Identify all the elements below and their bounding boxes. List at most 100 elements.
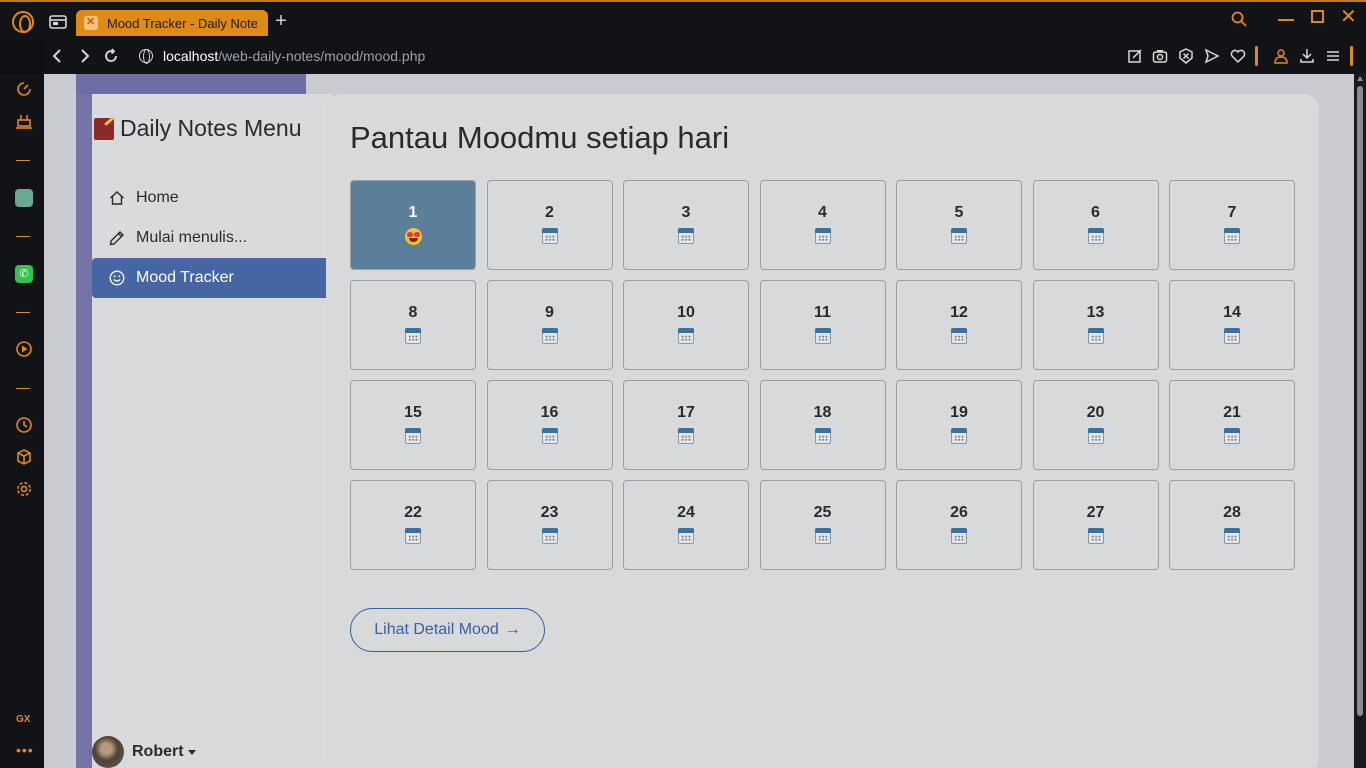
chatgpt-icon[interactable] bbox=[15, 189, 33, 207]
day-number: 17 bbox=[677, 404, 695, 421]
gx-control-icon[interactable] bbox=[14, 80, 34, 100]
back-icon[interactable] bbox=[52, 48, 62, 69]
sidebar-item-home[interactable]: Home bbox=[92, 178, 326, 218]
day-cell-11[interactable]: 11 bbox=[759, 280, 886, 370]
account-icon[interactable] bbox=[1273, 48, 1289, 64]
gx-corner-icon[interactable] bbox=[14, 112, 34, 132]
maximize-icon[interactable] bbox=[1311, 10, 1324, 23]
day-cell-22[interactable]: 22 bbox=[350, 480, 476, 570]
day-number: 4 bbox=[818, 204, 827, 221]
day-number: 14 bbox=[1223, 304, 1241, 321]
minimize-icon[interactable] bbox=[1278, 19, 1294, 21]
browser-tab-mood-tracker[interactable]: Mood Tracker - Daily Notes bbox=[76, 10, 268, 36]
day-cell-8[interactable]: 8 bbox=[350, 280, 476, 370]
day-cell-4[interactable]: 4 bbox=[759, 180, 886, 270]
mood-calendar-grid: 1 2 3 4 5 6 7 8 9 10 11 12 13 14 15 16 17 18 19 20 21 22 23 24 2… bbox=[350, 180, 1295, 570]
main-content-card: Pantau Moodmu setiap hari 1 2 3 4 5 6 7 8 9 10 11 1… bbox=[326, 94, 1319, 768]
day-cell-12[interactable]: 12 bbox=[896, 280, 1022, 370]
arrow-right-icon: → bbox=[504, 621, 521, 638]
url-field[interactable]: localhost/web-daily-notes/mood/mood.php bbox=[163, 48, 425, 64]
adblock-shield-icon[interactable] bbox=[1178, 48, 1194, 64]
app-sidebar: Daily Notes Menu Home Mulai menulis... M… bbox=[92, 94, 332, 768]
user-menu[interactable]: Robert bbox=[92, 736, 196, 768]
day-number: 13 bbox=[1086, 304, 1105, 321]
settings-gear-icon[interactable] bbox=[14, 480, 34, 500]
day-cell-17[interactable]: 17 bbox=[623, 380, 749, 470]
day-cell-7[interactable]: 7 bbox=[1169, 180, 1295, 270]
day-cell-19[interactable]: 19 bbox=[896, 380, 1022, 470]
calendar-icon bbox=[1087, 228, 1104, 244]
close-icon[interactable]: ✕ bbox=[1340, 4, 1357, 29]
calendar-icon bbox=[678, 528, 694, 544]
heart-eyes-emoji-icon bbox=[404, 228, 422, 245]
edit-page-icon[interactable] bbox=[1127, 48, 1143, 64]
url-path: /web-daily-notes/mood/mood.php bbox=[218, 48, 426, 64]
day-cell-1[interactable]: 1 bbox=[350, 180, 476, 270]
calendar-icon bbox=[814, 228, 831, 244]
sidebar-item-label: Home bbox=[136, 189, 179, 206]
day-cell-6[interactable]: 6 bbox=[1032, 180, 1159, 270]
forward-icon[interactable] bbox=[80, 48, 90, 69]
calendar-icon bbox=[405, 528, 421, 544]
extensions-cube-icon[interactable] bbox=[14, 448, 34, 468]
day-cell-27[interactable]: 27 bbox=[1032, 480, 1159, 570]
day-cell-13[interactable]: 13 bbox=[1032, 280, 1159, 370]
day-number: 23 bbox=[540, 504, 559, 521]
day-number: 15 bbox=[404, 404, 422, 421]
view-mood-detail-button[interactable]: Lihat Detail Mood → bbox=[350, 608, 545, 652]
day-cell-24[interactable]: 24 bbox=[623, 480, 749, 570]
pencil-icon bbox=[108, 229, 126, 247]
whatsapp-icon[interactable]: ✆ bbox=[15, 265, 33, 283]
opera-logo-icon[interactable] bbox=[12, 11, 34, 33]
day-cell-15[interactable]: 15 bbox=[350, 380, 476, 470]
day-number: 5 bbox=[954, 204, 964, 221]
more-dots-icon[interactable]: ••• bbox=[16, 742, 34, 758]
day-cell-16[interactable]: 16 bbox=[486, 380, 613, 470]
day-cell-26[interactable]: 26 bbox=[896, 480, 1022, 570]
day-cell-25[interactable]: 25 bbox=[759, 480, 886, 570]
download-icon[interactable] bbox=[1299, 48, 1315, 64]
day-cell-3[interactable]: 3 bbox=[623, 180, 749, 270]
calendar-icon bbox=[541, 428, 558, 444]
scrollbar-thumb[interactable] bbox=[1357, 86, 1363, 716]
xampp-favicon-icon bbox=[84, 15, 98, 30]
day-cell-28[interactable]: 28 bbox=[1169, 480, 1295, 570]
page-scrollbar[interactable] bbox=[1354, 74, 1366, 768]
toolbar-divider bbox=[1350, 46, 1353, 66]
day-cell-9[interactable]: 9 bbox=[486, 280, 613, 370]
detail-button-label: Lihat Detail Mood bbox=[374, 621, 499, 638]
browser-titlebar: Mood Tracker - Daily Notes + ✕ bbox=[0, 0, 1366, 40]
player-icon[interactable] bbox=[14, 340, 34, 360]
history-clock-icon[interactable] bbox=[14, 416, 34, 436]
gx-logo-icon[interactable]: GX bbox=[16, 714, 30, 725]
reload-icon[interactable] bbox=[104, 48, 118, 69]
day-cell-23[interactable]: 23 bbox=[486, 480, 613, 570]
send-icon[interactable] bbox=[1204, 48, 1220, 64]
day-number: 11 bbox=[814, 304, 831, 321]
calendar-icon bbox=[541, 528, 558, 544]
tab-title: Mood Tracker - Daily Notes bbox=[107, 15, 257, 31]
calendar-icon bbox=[1224, 228, 1240, 244]
easy-setup-menu-icon[interactable] bbox=[1325, 48, 1341, 64]
day-number: 22 bbox=[404, 504, 422, 521]
heart-icon[interactable] bbox=[1230, 48, 1246, 64]
day-cell-21[interactable]: 21 bbox=[1169, 380, 1295, 470]
search-icon[interactable] bbox=[1231, 11, 1247, 32]
day-cell-10[interactable]: 10 bbox=[623, 280, 749, 370]
calendar-icon bbox=[405, 328, 421, 344]
tab-list-icon[interactable] bbox=[48, 12, 68, 32]
day-cell-14[interactable]: 14 bbox=[1169, 280, 1295, 370]
sidebar-brand[interactable]: Daily Notes Menu bbox=[94, 115, 302, 142]
camera-icon[interactable] bbox=[1152, 48, 1168, 64]
new-tab-plus-icon[interactable]: + bbox=[272, 11, 290, 31]
day-cell-2[interactable]: 2 bbox=[486, 180, 613, 270]
scroll-up-arrow-icon[interactable] bbox=[1357, 76, 1363, 81]
day-cell-18[interactable]: 18 bbox=[759, 380, 886, 470]
day-cell-5[interactable]: 5 bbox=[896, 180, 1022, 270]
sidebar-item-mood-tracker[interactable]: Mood Tracker bbox=[92, 258, 326, 298]
sidebar-item-write[interactable]: Mulai menulis... bbox=[92, 218, 326, 258]
day-number: 2 bbox=[545, 204, 554, 221]
calendar-icon bbox=[541, 228, 558, 244]
calendar-icon bbox=[1087, 328, 1104, 344]
day-cell-20[interactable]: 20 bbox=[1032, 380, 1159, 470]
